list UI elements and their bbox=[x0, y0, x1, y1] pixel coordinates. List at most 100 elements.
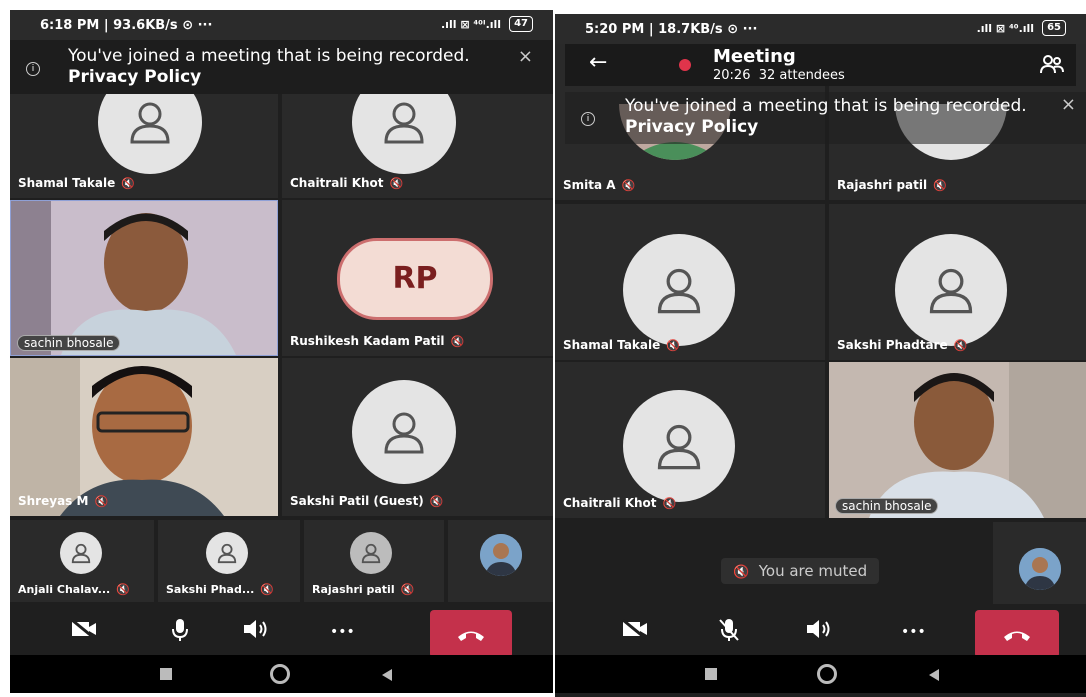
person-icon bbox=[217, 543, 237, 564]
close-icon[interactable]: × bbox=[1061, 94, 1076, 115]
more-options-icon[interactable]: ••• bbox=[901, 624, 926, 640]
mic-off-icon: 🔇 bbox=[389, 176, 404, 190]
participant-name: Shreyas M 🔇 bbox=[18, 494, 109, 508]
person-icon bbox=[657, 424, 701, 470]
meeting-title: Meeting bbox=[713, 46, 796, 67]
recording-dot-icon bbox=[679, 59, 691, 71]
participant-tile[interactable]: Sakshi Patil (Guest) 🔇 bbox=[282, 358, 553, 516]
person-icon bbox=[130, 102, 170, 144]
banner-text: You've joined a meeting that is being re… bbox=[625, 96, 1027, 116]
back-arrow-icon[interactable]: ← bbox=[589, 50, 607, 75]
participant-name: sachin bhosale bbox=[17, 335, 121, 351]
participant-tile[interactable]: Chaitrali Khot 🔇 bbox=[555, 362, 825, 518]
person-icon bbox=[71, 543, 91, 564]
participant-name: sachin bhosale bbox=[835, 498, 939, 514]
signal-icon: .ıll ⊠ ⁴⁰ᴵ.ıll bbox=[441, 17, 502, 31]
participant-name: Shamal Takale 🔇 bbox=[18, 176, 135, 190]
android-nav-bar bbox=[10, 655, 553, 693]
participants-icon[interactable] bbox=[1040, 54, 1064, 78]
speaker-icon[interactable] bbox=[805, 618, 833, 645]
mic-off-icon: 🔇 bbox=[666, 338, 680, 352]
avatar bbox=[623, 234, 735, 346]
participant-name: Sakshi Phadtare 🔇 bbox=[837, 338, 968, 352]
person-icon bbox=[929, 268, 973, 314]
participant-name: Sakshi Patil (Guest) 🔇 bbox=[290, 494, 444, 508]
participant-name: Chaitrali Khot 🔇 bbox=[563, 496, 677, 510]
self-view-tile[interactable] bbox=[448, 520, 553, 602]
privacy-policy-link[interactable]: Privacy Policy bbox=[625, 117, 758, 137]
status-bar: 6:18 PM | 93.6KB/s ⊙ ··· .ıll ⊠ ⁴⁰ᴵ.ıll … bbox=[10, 10, 553, 40]
hang-up-button[interactable] bbox=[430, 610, 512, 658]
camera-off-icon[interactable] bbox=[621, 618, 649, 645]
android-nav-bar bbox=[555, 655, 1086, 693]
participant-tile[interactable]: Rajashri patil 🔇 bbox=[304, 520, 444, 602]
mic-off-icon: 🔇 bbox=[450, 334, 465, 348]
status-time: 5:20 PM | 18.7KB/s ⊙ ··· bbox=[585, 22, 758, 37]
participant-name: Rushikesh Kadam Patil 🔇 bbox=[290, 334, 465, 348]
mic-off-icon: 🔇 bbox=[429, 494, 444, 508]
more-options-icon[interactable]: ••• bbox=[330, 624, 355, 640]
self-photo bbox=[480, 534, 522, 576]
meeting-duration: 20:26 32 attendees bbox=[713, 68, 845, 83]
avatar bbox=[350, 532, 392, 574]
speaker-icon[interactable] bbox=[242, 618, 270, 645]
phone-hangup-icon bbox=[458, 631, 484, 641]
participant-tile[interactable]: sachin bhosale bbox=[10, 200, 278, 356]
participant-name: Rajashri patil 🔇 bbox=[837, 178, 947, 192]
mic-off-icon: 🔇 bbox=[116, 583, 130, 596]
microphone-icon[interactable] bbox=[170, 618, 190, 647]
home-button[interactable] bbox=[270, 664, 290, 684]
participant-tile[interactable]: Sakshi Phad... 🔇 bbox=[158, 520, 300, 602]
back-nav-button[interactable] bbox=[380, 667, 394, 686]
avatar bbox=[895, 234, 1007, 346]
participant-tile[interactable]: Shamal Takale 🔇 bbox=[555, 204, 825, 360]
person-icon bbox=[361, 543, 381, 564]
participant-video bbox=[11, 201, 277, 355]
participant-tile[interactable]: Sakshi Phadtare 🔇 bbox=[829, 204, 1086, 360]
person-icon bbox=[384, 102, 424, 144]
hang-up-button[interactable] bbox=[975, 610, 1059, 658]
participant-tile[interactable]: RP Rushikesh Kadam Patil 🔇 bbox=[282, 200, 553, 356]
recent-apps-button[interactable] bbox=[705, 668, 717, 680]
participant-name: Anjali Chalav... 🔇 bbox=[18, 583, 130, 596]
recording-banner: i You've joined a meeting that is being … bbox=[565, 92, 1086, 144]
participant-video bbox=[829, 362, 1086, 518]
participant-name: Sakshi Phad... 🔇 bbox=[166, 583, 275, 596]
avatar bbox=[623, 390, 735, 502]
participant-tile[interactable]: sachin bhosale bbox=[829, 362, 1086, 518]
participant-tile[interactable]: Shreyas M 🔇 bbox=[10, 358, 278, 516]
camera-off-icon[interactable] bbox=[70, 618, 98, 645]
recording-banner: i You've joined a meeting that is being … bbox=[10, 40, 553, 94]
microphone-off-icon[interactable] bbox=[717, 618, 741, 647]
close-icon[interactable]: × bbox=[518, 46, 533, 67]
recent-apps-button[interactable] bbox=[160, 668, 172, 680]
self-photo bbox=[1019, 548, 1061, 590]
participant-tile[interactable]: Anjali Chalav... 🔇 bbox=[10, 520, 154, 602]
participant-name: Rajashri patil 🔇 bbox=[312, 583, 415, 596]
signal-icon: .ıll ⊠ ⁴⁰.ıll bbox=[976, 21, 1035, 35]
person-icon bbox=[657, 268, 701, 314]
initials-avatar: RP bbox=[337, 238, 493, 320]
self-view-tile[interactable] bbox=[993, 522, 1086, 604]
self-avatar bbox=[1019, 548, 1061, 590]
mic-off-icon: 🔇 bbox=[400, 583, 415, 596]
home-button[interactable] bbox=[817, 664, 837, 684]
info-icon: i bbox=[581, 112, 595, 126]
muted-notice: 🔇 You are muted bbox=[721, 558, 880, 584]
battery-icon: 65 bbox=[1042, 20, 1066, 36]
avatar bbox=[206, 532, 248, 574]
battery-icon: 47 bbox=[509, 16, 533, 32]
privacy-policy-link[interactable]: Privacy Policy bbox=[68, 67, 201, 87]
person-icon bbox=[384, 412, 424, 454]
mic-off-icon: 🔇 bbox=[733, 565, 750, 580]
back-nav-button[interactable] bbox=[927, 667, 941, 686]
mic-off-icon: 🔇 bbox=[260, 583, 275, 596]
info-icon: i bbox=[26, 62, 40, 76]
status-bar: 5:20 PM | 18.7KB/s ⊙ ··· .ıll ⊠ ⁴⁰.ıll 6… bbox=[555, 14, 1086, 44]
phone-hangup-icon bbox=[1004, 631, 1030, 641]
mic-off-icon: 🔇 bbox=[662, 496, 677, 510]
video-frame bbox=[10, 358, 278, 516]
left-phone-screen: 6:18 PM | 93.6KB/s ⊙ ··· .ıll ⊠ ⁴⁰ᴵ.ıll … bbox=[10, 10, 553, 693]
right-phone-screen: 5:20 PM | 18.7KB/s ⊙ ··· .ıll ⊠ ⁴⁰.ıll 6… bbox=[555, 14, 1086, 697]
avatar bbox=[352, 380, 456, 484]
